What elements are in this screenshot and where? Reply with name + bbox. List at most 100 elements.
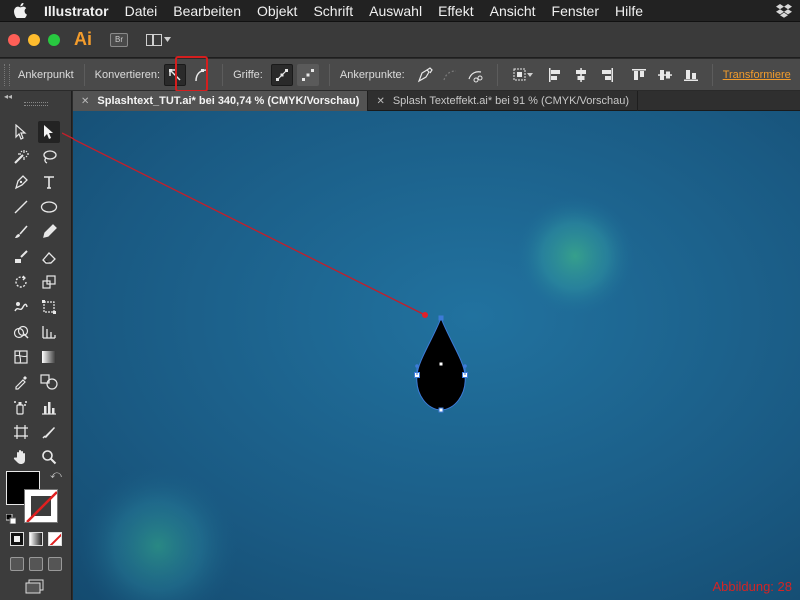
blob-brush-tool[interactable] xyxy=(10,246,32,268)
type-tool[interactable] xyxy=(38,171,60,193)
perspective-grid-tool[interactable] xyxy=(38,321,60,343)
eraser-icon xyxy=(42,252,56,264)
pencil-tool[interactable] xyxy=(38,221,60,243)
menu-effekt[interactable]: Effekt xyxy=(430,3,482,19)
eraser-tool[interactable] xyxy=(38,246,60,268)
menu-objekt[interactable]: Objekt xyxy=(249,3,305,19)
default-colors-icon[interactable] xyxy=(5,511,17,525)
symbol-sprayer-tool[interactable] xyxy=(10,396,32,418)
shape-builder-tool[interactable] xyxy=(10,321,32,343)
convert-label: Konvertieren: xyxy=(94,68,161,81)
menu-bar: Illustrator Datei Bearbeiten Objekt Schr… xyxy=(0,0,800,22)
blob-brush-icon xyxy=(15,250,28,263)
bridge-button[interactable]: Br xyxy=(110,32,128,47)
mesh-tool[interactable] xyxy=(10,346,32,368)
divider xyxy=(83,63,85,86)
draw-behind-button[interactable] xyxy=(29,557,43,571)
warp-tool[interactable] xyxy=(10,296,32,318)
tab-splashtext-tut[interactable]: ✕ Splashtext_TUT.ai* bei 340,74 % (CMYK/… xyxy=(73,91,369,111)
selection-tool[interactable] xyxy=(10,121,32,143)
blend-tool[interactable] xyxy=(38,371,60,393)
scale-tool[interactable] xyxy=(38,271,60,293)
eyedropper-tool[interactable] xyxy=(10,371,32,393)
menu-ansicht[interactable]: Ansicht xyxy=(482,3,544,19)
menu-fenster[interactable]: Fenster xyxy=(544,3,607,19)
none-mode-button[interactable] xyxy=(48,532,62,546)
anchor-point-bottom[interactable] xyxy=(438,407,444,413)
menu-auswahl[interactable]: Auswahl xyxy=(361,3,430,19)
collapse-panel-icon[interactable]: ◂◂ xyxy=(4,92,12,101)
lasso-tool[interactable] xyxy=(38,146,60,168)
screen-mode-button[interactable] xyxy=(24,579,46,595)
stroke-swatch[interactable] xyxy=(24,489,58,523)
canvas-artwork xyxy=(73,111,800,600)
remove-anchor-button[interactable] xyxy=(413,64,435,86)
bezier-handle[interactable] xyxy=(415,364,419,368)
free-transform-tool[interactable] xyxy=(38,296,60,318)
minimize-window-button[interactable] xyxy=(28,33,40,46)
align-middle-vertical-button[interactable] xyxy=(654,64,676,86)
pen-tool[interactable] xyxy=(10,171,32,193)
mesh-icon xyxy=(14,350,28,364)
connect-path-button[interactable] xyxy=(439,64,461,86)
align-center-horizontal-button[interactable] xyxy=(570,64,592,86)
align-right-button[interactable] xyxy=(596,64,618,86)
line-segment-tool[interactable] xyxy=(10,196,32,218)
hand-tool[interactable] xyxy=(10,446,32,468)
column-graph-tool[interactable] xyxy=(38,396,60,418)
magic-wand-tool[interactable] xyxy=(10,146,32,168)
zoom-tool[interactable] xyxy=(38,446,60,468)
menu-datei[interactable]: Datei xyxy=(117,3,166,19)
artboard-tool[interactable] xyxy=(10,421,32,443)
menu-schrift[interactable]: Schrift xyxy=(305,3,361,19)
bezier-handle[interactable] xyxy=(463,364,467,368)
close-tab-icon[interactable]: ✕ xyxy=(376,96,384,107)
close-window-button[interactable] xyxy=(8,33,20,46)
slice-tool[interactable] xyxy=(38,421,60,443)
hand-icon xyxy=(13,450,25,464)
align-top-button[interactable] xyxy=(628,64,650,86)
hide-handles-button[interactable] xyxy=(296,63,319,86)
column-graph-icon xyxy=(42,402,56,415)
cut-path-button[interactable] xyxy=(465,64,487,86)
align-left-button[interactable] xyxy=(544,64,566,86)
center-point xyxy=(439,362,443,366)
application-bar: Ai Br xyxy=(0,22,800,58)
gradient-mode-button[interactable] xyxy=(29,532,43,546)
ellipse-tool[interactable] xyxy=(38,196,60,218)
control-bar-grip[interactable] xyxy=(4,63,10,86)
color-mode-button[interactable] xyxy=(10,532,24,546)
rotate-tool[interactable] xyxy=(10,271,32,293)
close-tab-icon[interactable]: ✕ xyxy=(81,96,89,107)
menu-app-name[interactable]: Illustrator xyxy=(40,3,117,19)
transform-link[interactable]: Transformiere xyxy=(723,69,791,81)
gradient-icon xyxy=(42,351,56,363)
tool-panel-grip[interactable] xyxy=(24,102,48,106)
align-to-selection-button[interactable] xyxy=(512,64,534,86)
direct-selection-tool[interactable] xyxy=(38,121,60,143)
arrange-documents-button[interactable] xyxy=(146,33,171,46)
menu-hilfe[interactable]: Hilfe xyxy=(607,3,651,19)
gradient-tool[interactable] xyxy=(38,346,60,368)
align-bottom-button[interactable] xyxy=(680,64,702,86)
artboard-canvas[interactable]: Abbildung: 28 xyxy=(73,111,800,600)
paintbrush-tool[interactable] xyxy=(10,221,32,243)
annotation-arrow-start xyxy=(62,132,74,140)
eyedropper-icon xyxy=(15,376,27,390)
show-handles-button[interactable] xyxy=(270,63,293,86)
draw-normal-button[interactable] xyxy=(10,557,24,571)
zoom-window-button[interactable] xyxy=(48,33,60,46)
handles-label: Griffe: xyxy=(233,68,263,81)
tab-splash-texteffekt[interactable]: ✕ Splash Texteffekt.ai* bei 91 % (CMYK/V… xyxy=(368,91,639,111)
anchor-point-top[interactable] xyxy=(438,315,444,321)
menu-bearbeiten[interactable]: Bearbeiten xyxy=(165,3,249,19)
screen-mode-icon xyxy=(25,579,44,594)
illustrator-logo: Ai xyxy=(74,29,92,49)
apple-menu-icon[interactable] xyxy=(0,3,40,18)
align-right-icon xyxy=(601,67,613,82)
swap-fill-stroke-icon[interactable]: ⤺ xyxy=(50,469,62,482)
draw-inside-button[interactable] xyxy=(48,557,62,571)
pen-icon xyxy=(14,175,28,190)
pencil-icon xyxy=(43,224,57,238)
dropbox-icon[interactable] xyxy=(776,4,792,21)
